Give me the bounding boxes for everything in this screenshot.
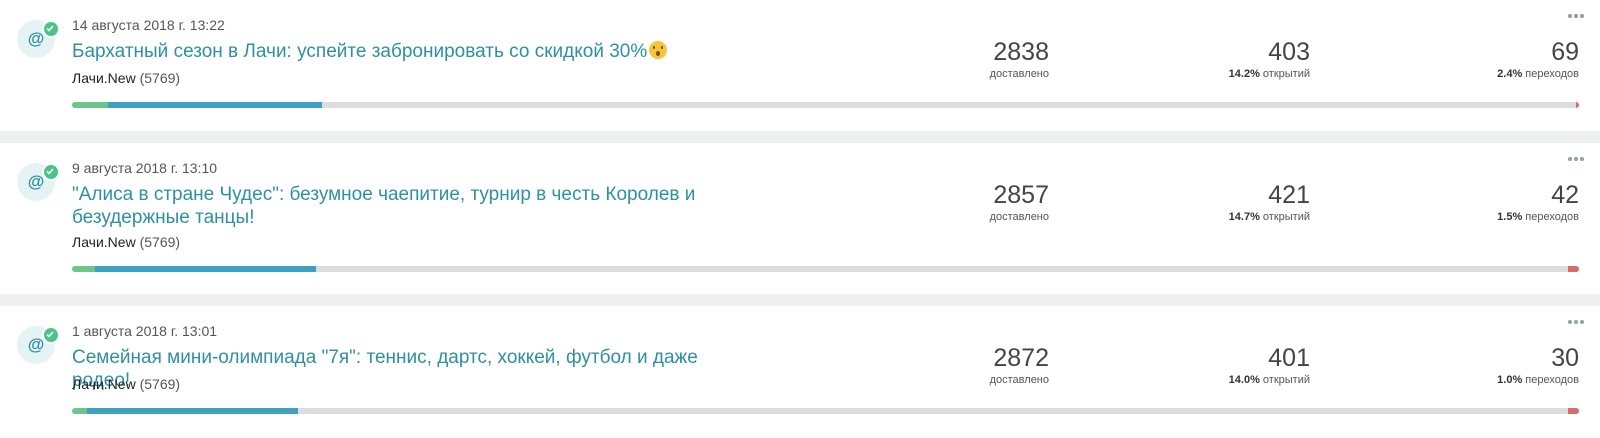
sender-count: (5769) <box>139 70 181 86</box>
opened-stat: 401 14.0% открытий <box>1150 344 1310 386</box>
opened-label: 14.7% открытий <box>1150 211 1310 223</box>
clicks-label: 1.5% переходов <box>1419 211 1579 223</box>
campaign-card[interactable]: @ 1 августа 2018 г. 13:01 Семейная мини-… <box>0 306 1600 438</box>
delivered-label: доставлено <box>989 374 1049 386</box>
opened-percent: 14.7% <box>1228 211 1260 223</box>
clicks-label-text: переходов <box>1525 211 1579 223</box>
clicks-value: 69 <box>1551 38 1579 66</box>
progress-errors-segment <box>1568 266 1579 272</box>
clicks-label-text: переходов <box>1525 68 1579 80</box>
opened-stat: 403 14.2% открытий <box>1150 38 1310 80</box>
sender-count: (5769) <box>139 376 181 392</box>
delivered-value: 2857 <box>993 181 1049 209</box>
opened-label-text: открытий <box>1262 68 1310 80</box>
campaign-title-link[interactable]: "Алиса в стране Чудес": безумное чаепити… <box>72 183 712 229</box>
progress-errors-segment <box>1576 102 1579 108</box>
sender-name: Лачи.New <box>72 234 136 250</box>
progress-bar <box>72 408 1579 414</box>
delivered-label: доставлено <box>989 68 1049 80</box>
campaign-date: 1 августа 2018 г. 13:01 <box>72 323 218 339</box>
progress-bar <box>72 102 1579 108</box>
clicks-value: 30 <box>1551 344 1579 372</box>
sender-name: Лачи.New <box>72 70 136 86</box>
clicks-value: 42 <box>1551 181 1579 209</box>
progress-opens-segment <box>87 408 299 414</box>
campaign-title-link[interactable]: Бархатный сезон в Лачи: успейте забронир… <box>72 40 712 63</box>
opened-percent: 14.0% <box>1228 374 1260 386</box>
progress-clicks-segment <box>72 266 95 272</box>
clicks-stat: 69 2.4% переходов <box>1419 38 1579 80</box>
hushed-face-emoji-icon <box>649 41 668 59</box>
sender-list: Лачи.New (5769) <box>72 70 180 86</box>
check-circle-icon <box>42 163 60 181</box>
campaign-date: 14 августа 2018 г. 13:22 <box>72 17 225 33</box>
clicks-percent: 2.4% <box>1497 68 1523 80</box>
delivered-value: 2838 <box>993 38 1049 66</box>
check-circle-icon <box>42 326 60 344</box>
more-options-icon[interactable] <box>1568 13 1584 19</box>
clicks-label: 1.0% переходов <box>1419 374 1579 386</box>
opened-value: 401 <box>1268 344 1310 372</box>
sender-name: Лачи.New <box>72 376 136 392</box>
opened-label: 14.2% открытий <box>1150 68 1310 80</box>
delivered-label: доставлено <box>989 211 1049 223</box>
clicks-stat: 30 1.0% переходов <box>1419 344 1579 386</box>
delivered-stat: 2838 доставлено <box>929 38 1049 80</box>
delivered-stat: 2872 доставлено <box>929 344 1049 386</box>
progress-bar <box>72 266 1579 272</box>
campaign-title-text: Бархатный сезон в Лачи: успейте забронир… <box>72 41 648 62</box>
sender-list: Лачи.New (5769) <box>72 234 180 250</box>
clicks-label: 2.4% переходов <box>1419 68 1579 80</box>
clicks-stat: 42 1.5% переходов <box>1419 181 1579 223</box>
progress-opens-segment <box>94 266 317 272</box>
opened-stat: 421 14.7% открытий <box>1150 181 1310 223</box>
progress-clicks-segment <box>72 408 88 414</box>
sender-list: Лачи.New (5769) <box>72 376 180 392</box>
delivered-stat: 2857 доставлено <box>929 181 1049 223</box>
opened-label-text: открытий <box>1262 211 1310 223</box>
clicks-label-text: переходов <box>1525 374 1579 386</box>
opened-label: 14.0% открытий <box>1150 374 1310 386</box>
clicks-percent: 1.5% <box>1497 211 1523 223</box>
progress-errors-segment <box>1568 408 1579 414</box>
campaign-card[interactable]: @ 14 августа 2018 г. 13:22 Бархатный сез… <box>0 0 1600 131</box>
clicks-percent: 1.0% <box>1497 374 1523 386</box>
opened-value: 403 <box>1268 38 1310 66</box>
more-options-icon[interactable] <box>1568 156 1584 162</box>
progress-clicks-segment <box>72 102 109 108</box>
progress-opens-segment <box>108 102 323 108</box>
sender-count: (5769) <box>139 234 181 250</box>
opened-value: 421 <box>1268 181 1310 209</box>
check-circle-icon <box>42 20 60 38</box>
opened-label-text: открытий <box>1262 374 1310 386</box>
campaign-list: @ 14 августа 2018 г. 13:22 Бархатный сез… <box>0 0 1600 438</box>
opened-percent: 14.2% <box>1228 68 1260 80</box>
more-options-icon[interactable] <box>1568 319 1584 325</box>
campaign-card[interactable]: @ 9 августа 2018 г. 13:10 "Алиса в стран… <box>0 143 1600 294</box>
campaign-date: 9 августа 2018 г. 13:10 <box>72 160 218 176</box>
delivered-value: 2872 <box>993 344 1049 372</box>
